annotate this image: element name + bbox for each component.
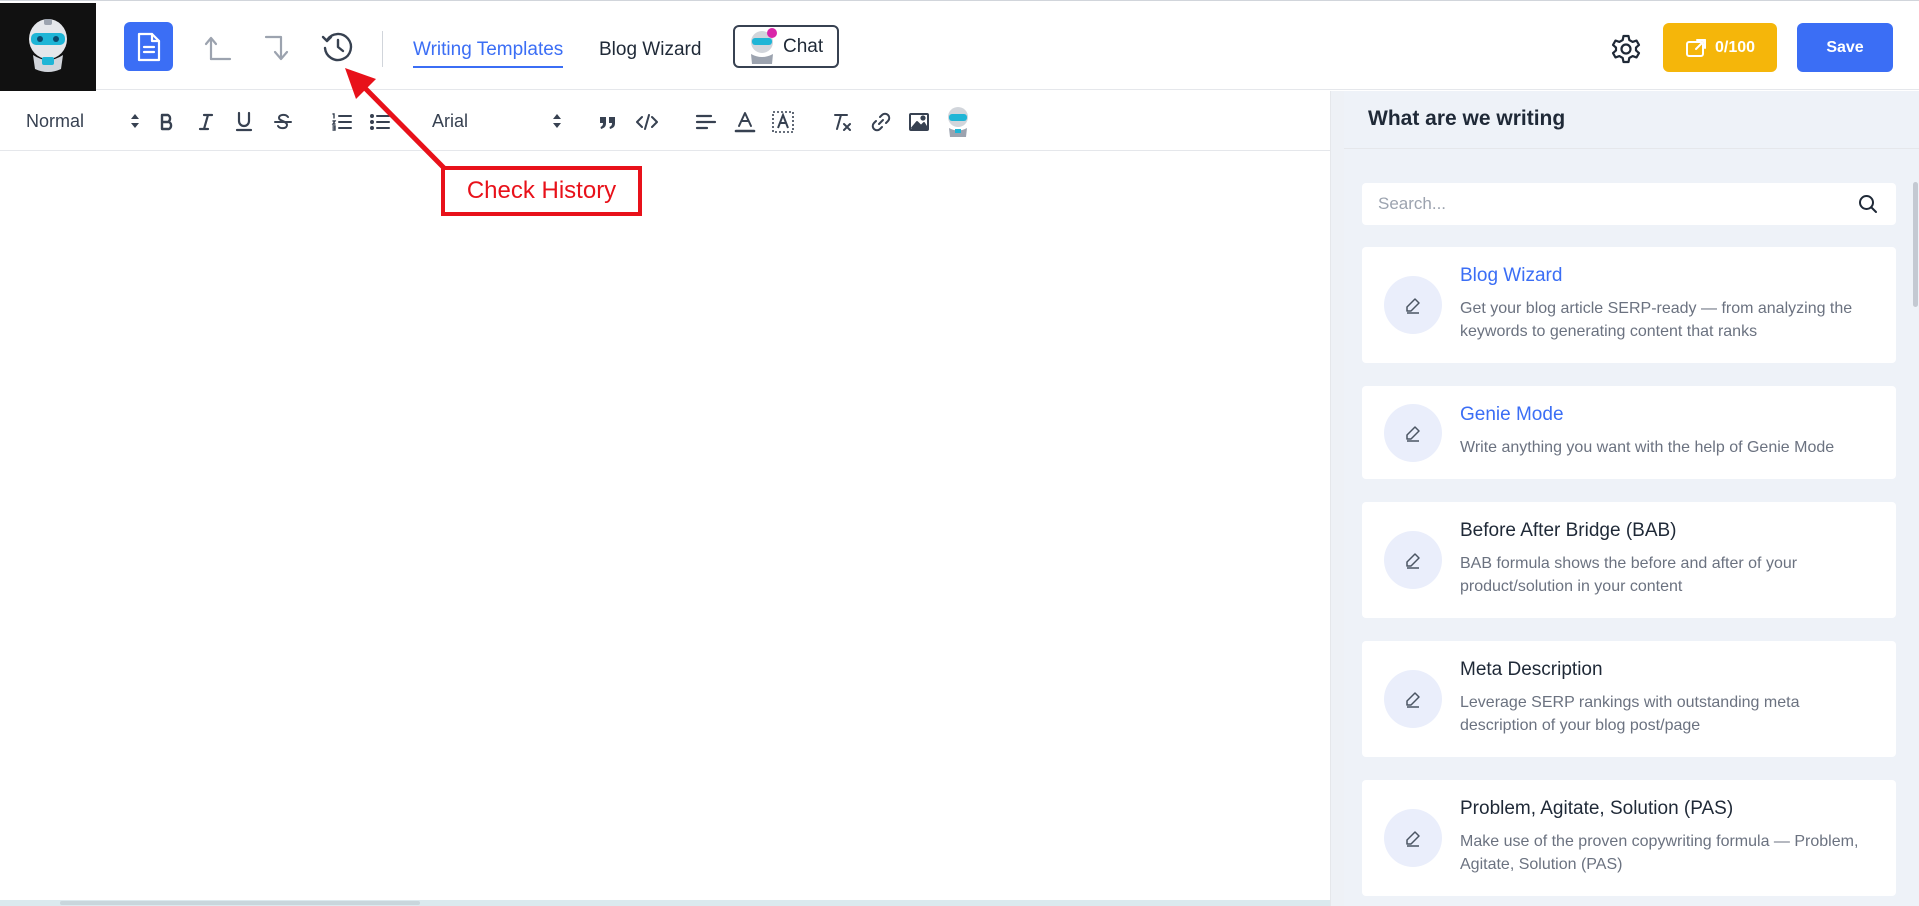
font-select[interactable]: Arial bbox=[432, 107, 562, 135]
save-button[interactable]: Save bbox=[1797, 23, 1893, 72]
edit-icon bbox=[1384, 531, 1442, 589]
scrollbar-thumb[interactable] bbox=[60, 901, 420, 905]
highlight-color-icon bbox=[772, 111, 794, 133]
panel-title: What are we writing bbox=[1344, 91, 1919, 149]
template-description: BAB formula shows the before and after o… bbox=[1460, 555, 1798, 595]
template-title: Meta Description bbox=[1460, 659, 1603, 680]
link-icon bbox=[871, 112, 891, 132]
panel-scrollbar[interactable] bbox=[1913, 182, 1918, 307]
document-icon bbox=[137, 32, 160, 61]
bullet-list-button[interactable] bbox=[365, 107, 395, 137]
ordered-list-button[interactable] bbox=[327, 107, 357, 137]
credits-icon bbox=[1685, 38, 1706, 57]
edit-icon bbox=[1384, 276, 1442, 334]
robot-logo-icon[interactable] bbox=[0, 3, 96, 91]
redo-button[interactable] bbox=[258, 27, 298, 67]
editor-toolbar: Normal Arial bbox=[0, 91, 1330, 151]
italic-button[interactable] bbox=[191, 107, 221, 137]
template-card-pas[interactable]: Problem, Agitate, Solution (PAS) Make us… bbox=[1362, 780, 1896, 896]
template-description: Make use of the proven copywriting formu… bbox=[1460, 833, 1859, 873]
undo-button[interactable] bbox=[198, 27, 238, 67]
select-arrows-icon bbox=[553, 114, 561, 128]
ai-assistant-button[interactable] bbox=[943, 107, 973, 137]
template-title: Before After Bridge (BAB) bbox=[1460, 520, 1677, 541]
text-color-button[interactable] bbox=[730, 107, 760, 137]
template-description: Leverage SERP rankings with outstanding … bbox=[1460, 694, 1800, 734]
bold-button[interactable] bbox=[152, 107, 182, 137]
ordered-list-icon bbox=[331, 113, 352, 131]
editor-horizontal-scrollbar[interactable] bbox=[0, 900, 1330, 906]
format-select[interactable]: Normal bbox=[26, 107, 140, 135]
template-search bbox=[1362, 183, 1896, 225]
chat-robot-icon bbox=[751, 27, 777, 64]
template-card-meta-description[interactable]: Meta Description Leverage SERP rankings … bbox=[1362, 641, 1896, 757]
edit-icon bbox=[1384, 403, 1442, 462]
strikethrough-icon bbox=[274, 113, 292, 130]
clear-format-button[interactable] bbox=[827, 107, 857, 137]
templates-panel: What are we writing Blog Wizard Get your… bbox=[1344, 91, 1919, 906]
chat-button-label: Chat bbox=[783, 35, 824, 57]
template-title: Problem, Agitate, Solution (PAS) bbox=[1460, 798, 1734, 819]
document-button[interactable] bbox=[124, 22, 173, 71]
format-select-value: Normal bbox=[26, 110, 85, 131]
settings-button[interactable] bbox=[1604, 27, 1648, 71]
history-button[interactable] bbox=[318, 27, 358, 67]
template-title: Genie Mode bbox=[1460, 404, 1564, 425]
strikethrough-button[interactable] bbox=[268, 107, 298, 137]
template-title: Blog Wizard bbox=[1460, 265, 1563, 286]
redo-icon bbox=[264, 35, 289, 61]
font-select-value: Arial bbox=[432, 110, 469, 131]
quote-icon bbox=[600, 117, 615, 129]
italic-icon bbox=[198, 113, 214, 131]
edit-icon bbox=[1384, 809, 1442, 867]
bold-icon bbox=[160, 113, 173, 131]
undo-icon bbox=[204, 36, 232, 61]
edit-icon bbox=[1384, 670, 1442, 728]
search-icon[interactable] bbox=[1856, 192, 1880, 216]
template-card-bab[interactable]: Before After Bridge (BAB) BAB formula sh… bbox=[1362, 502, 1896, 618]
bullet-list-icon bbox=[370, 114, 390, 130]
history-icon bbox=[321, 32, 353, 62]
robot-icon bbox=[948, 107, 968, 137]
template-list: Blog Wizard Get your blog article SERP-r… bbox=[1362, 247, 1896, 906]
top-bar: Writing Templates Blog Wizard Chat 0/100… bbox=[0, 0, 1919, 91]
template-card-blog-wizard[interactable]: Blog Wizard Get your blog article SERP-r… bbox=[1362, 247, 1896, 363]
image-icon bbox=[909, 113, 929, 131]
blockquote-button[interactable] bbox=[593, 107, 623, 137]
credits-button[interactable]: 0/100 bbox=[1663, 23, 1777, 72]
code-icon bbox=[636, 114, 658, 130]
template-description: Write anything you want with the help of… bbox=[1460, 439, 1835, 456]
template-description: Get your blog article SERP-ready — from … bbox=[1460, 300, 1853, 340]
template-card-genie-mode[interactable]: Genie Mode Write anything you want with … bbox=[1362, 386, 1896, 479]
link-button[interactable] bbox=[866, 107, 896, 137]
panel-divider bbox=[1330, 91, 1344, 906]
code-button[interactable] bbox=[632, 107, 662, 137]
toolbar-separator bbox=[382, 31, 383, 67]
tab-blog-wizard[interactable]: Blog Wizard bbox=[599, 39, 701, 61]
tab-writing-templates[interactable]: Writing Templates bbox=[413, 39, 564, 68]
align-left-icon bbox=[695, 114, 717, 130]
clear-format-icon bbox=[834, 114, 851, 131]
text-color-icon bbox=[734, 112, 756, 133]
gear-icon bbox=[1611, 34, 1641, 64]
underline-icon bbox=[235, 111, 253, 132]
align-button[interactable] bbox=[691, 107, 721, 137]
underline-button[interactable] bbox=[229, 107, 259, 137]
image-button[interactable] bbox=[904, 107, 934, 137]
select-arrows-icon bbox=[131, 114, 139, 128]
background-color-button[interactable] bbox=[768, 107, 798, 137]
credits-count: 0/100 bbox=[1714, 38, 1756, 56]
check-history-annotation: Check History bbox=[441, 166, 642, 216]
search-input[interactable] bbox=[1378, 194, 1856, 214]
chat-button[interactable]: Chat bbox=[733, 25, 839, 68]
editor-content[interactable] bbox=[0, 151, 1330, 901]
